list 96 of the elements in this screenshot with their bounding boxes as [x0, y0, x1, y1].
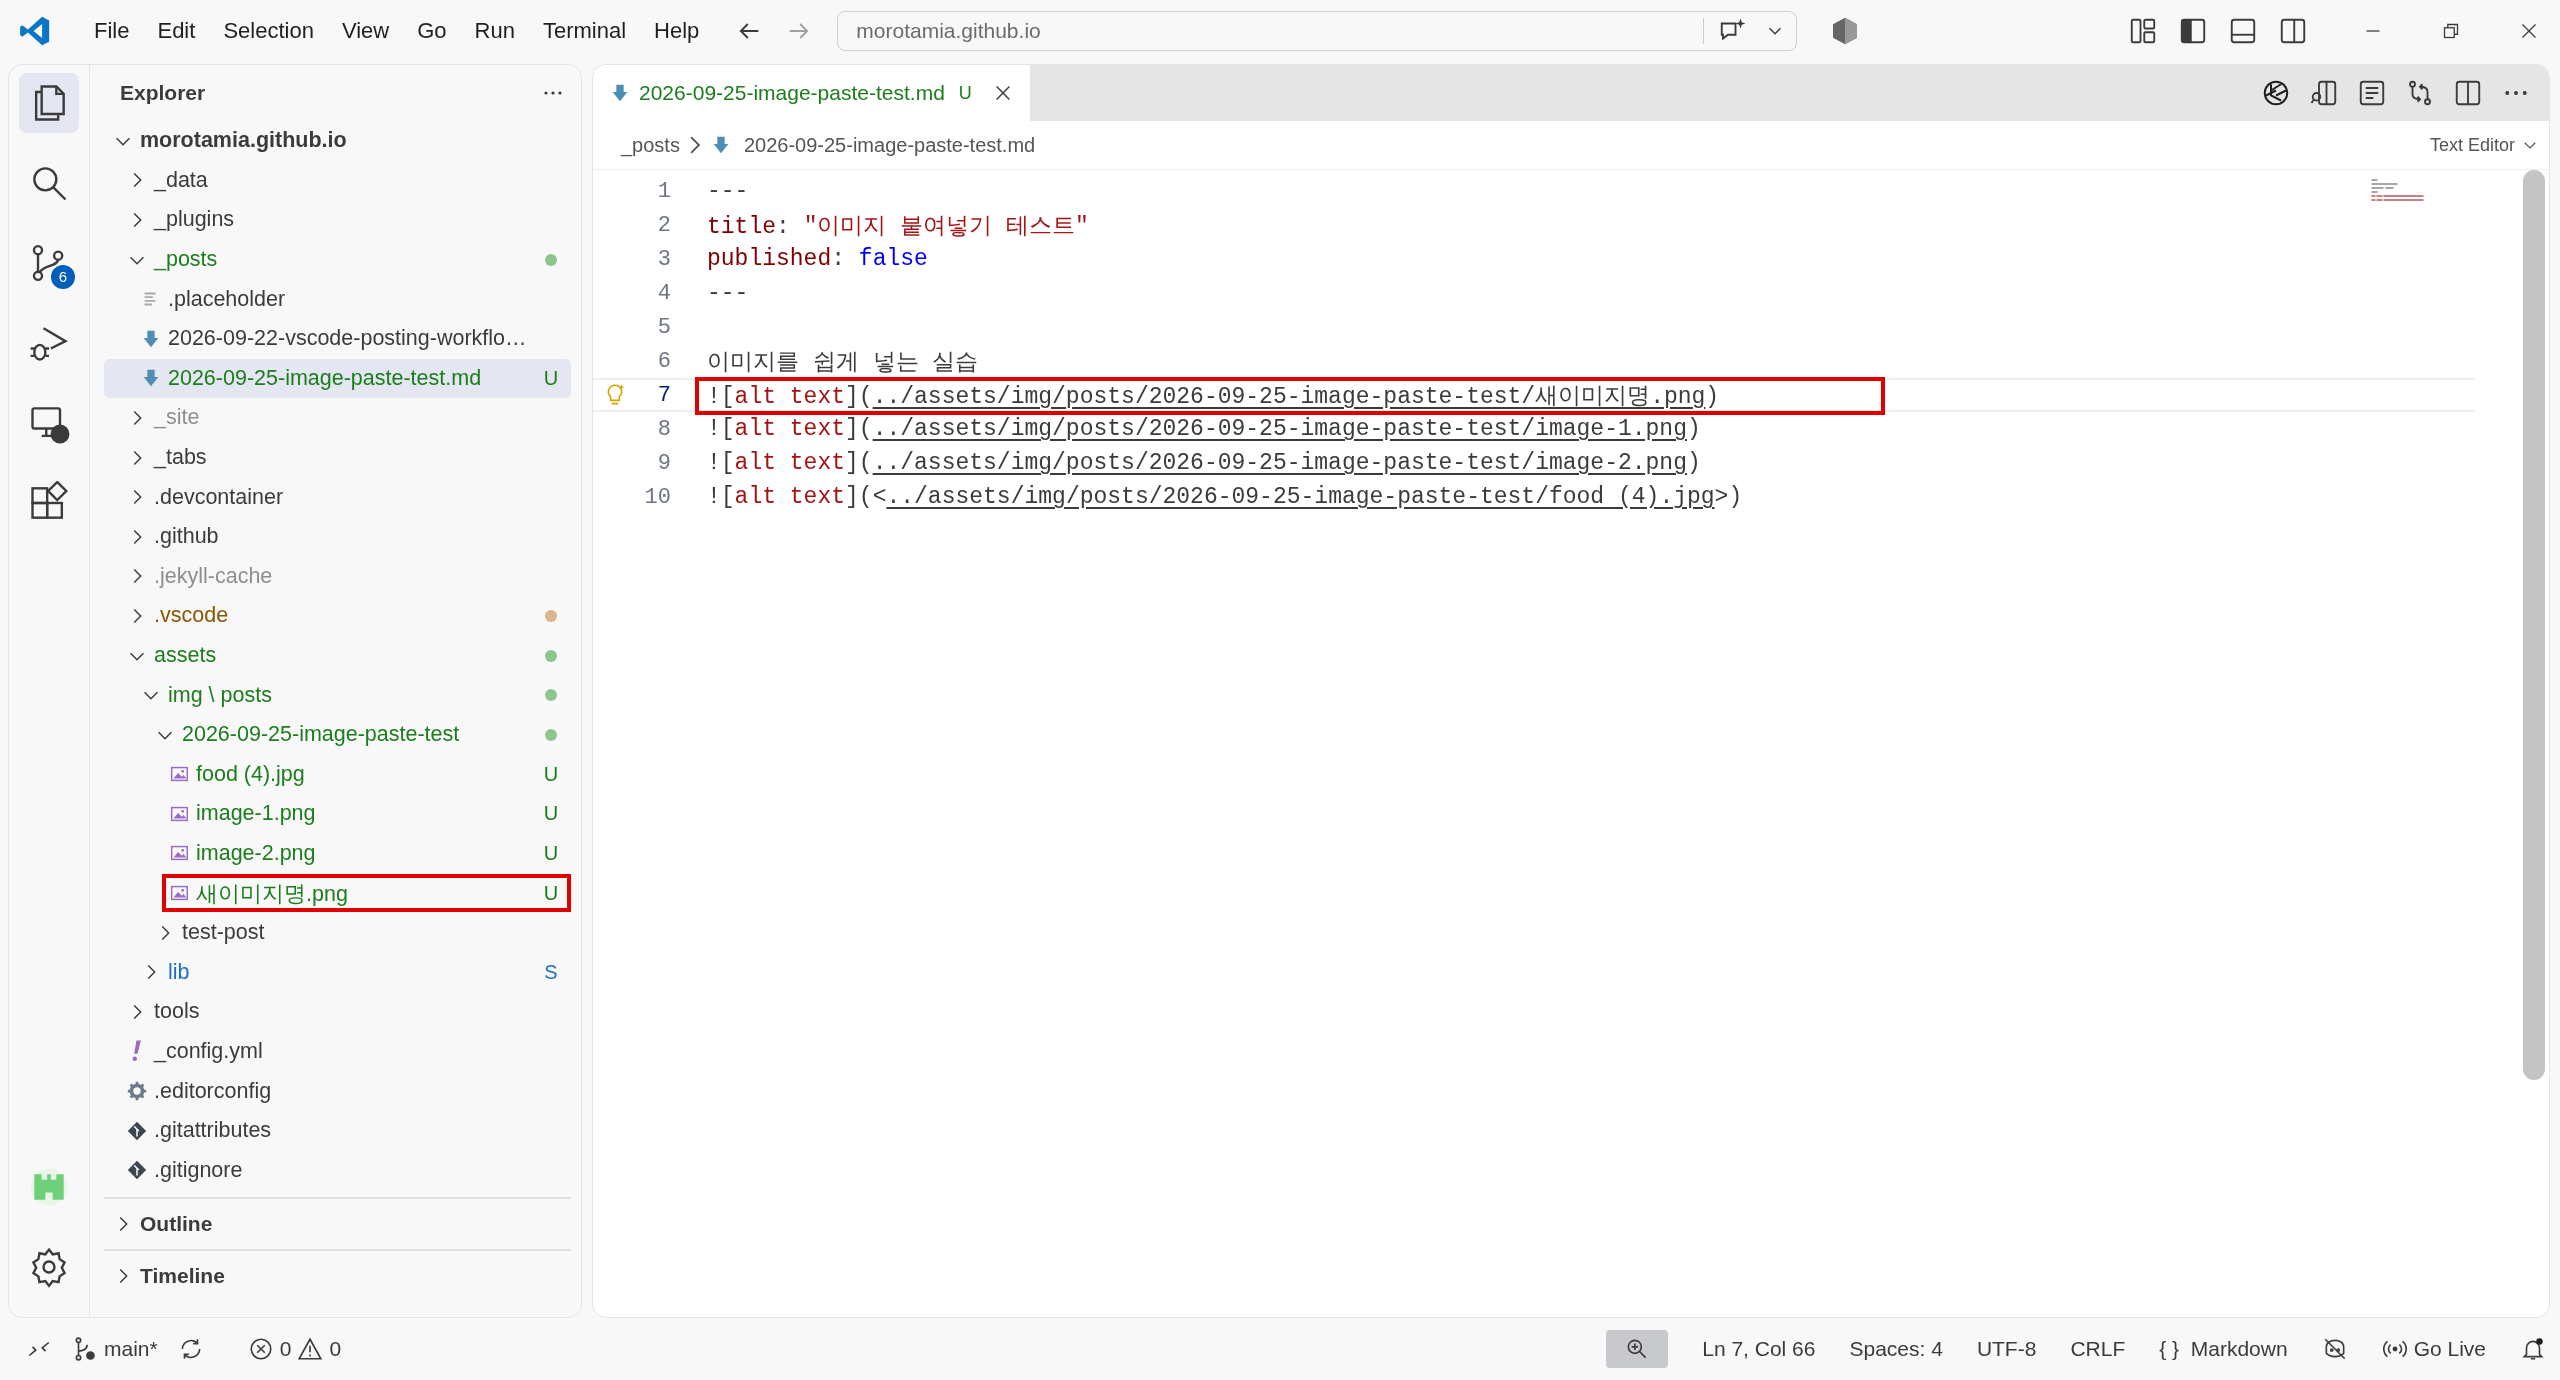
status-item[interactable]: Spaces: 4 — [1849, 1337, 1943, 1361]
tree-item[interactable]: 2026-09-22-vscode-posting-workflo… — [104, 318, 571, 359]
status-item[interactable]: CRLF — [2070, 1337, 2126, 1361]
menu-item[interactable]: Terminal — [528, 18, 641, 44]
tree-item[interactable]: _config.yml — [104, 1031, 571, 1072]
menu-item[interactable]: Edit — [143, 18, 210, 44]
code-line: --- — [707, 280, 749, 306]
tree-item[interactable]: _tabs — [104, 437, 571, 478]
menu-item[interactable]: Run — [460, 18, 529, 44]
line-number: 5 — [656, 314, 671, 340]
tree-item[interactable]: morotamia.github.io — [104, 121, 571, 161]
explorer-title: Explorer — [120, 81, 206, 105]
panel-toggle-icon[interactable] — [2228, 16, 2258, 46]
tree-item[interactable]: .vscode — [104, 596, 571, 636]
code-line: ![alt text](<../assets/img/posts/2026-09-25-image-paste-test/food (4).jpg>) — [707, 484, 1743, 510]
menu-item[interactable]: Help — [640, 18, 714, 44]
split-editor-icon[interactable] — [2453, 78, 2483, 108]
tree-item[interactable]: 새이미지명.png U — [104, 873, 571, 913]
status-item[interactable]: Ln 7, Col 66 — [1702, 1337, 1816, 1361]
tree-item[interactable]: test-post — [104, 912, 571, 953]
editor-tab[interactable]: 2026-09-25-image-paste-test.md U — [593, 65, 1030, 121]
menu-item[interactable]: Selection — [209, 18, 328, 44]
secondary-sidebar-icon[interactable] — [2278, 16, 2308, 46]
status-item[interactable]: UTF-8 — [1976, 1337, 2037, 1361]
warning-icon — [297, 1336, 324, 1362]
line-number: 10 — [643, 484, 671, 510]
tree-item[interactable]: lib S — [104, 952, 571, 993]
tree-item[interactable]: .gitignore — [104, 1150, 571, 1191]
line-number: 2 — [656, 212, 671, 238]
tree-item[interactable]: .gitattributes — [104, 1110, 571, 1151]
preview-search-icon[interactable] — [2309, 78, 2339, 108]
git-status-label: S — [543, 960, 559, 984]
line-number: 4 — [656, 280, 671, 306]
panel-section-header[interactable]: Outline — [104, 1197, 571, 1249]
line-number: 3 — [656, 246, 671, 272]
tree-item[interactable]: 2026-09-25-image-paste-test — [104, 714, 571, 755]
app-logo-icon — [18, 14, 52, 48]
activity-tab[interactable] — [19, 73, 79, 133]
code-line: published: false — [707, 246, 928, 272]
code-line: title: "이미지 붙여넣기 테스트" — [707, 212, 1089, 241]
diamond-icon — [126, 1159, 148, 1182]
go-live-button[interactable]: Go Live — [2381, 1336, 2486, 1362]
tree-item[interactable]: img \ posts — [104, 675, 571, 715]
tree-item[interactable]: .editorconfig — [104, 1071, 571, 1111]
git-status-label: U — [542, 842, 560, 865]
zoom-button[interactable] — [1606, 1330, 1669, 1368]
code-line: 이미지를 쉽게 넣는 실습 — [707, 348, 979, 377]
chevron-right-icon — [689, 136, 700, 154]
sidebar-toggle-icon[interactable] — [2178, 16, 2208, 46]
line-number: 6 — [656, 348, 671, 374]
view-mode-dropdown[interactable]: Text Editor — [2429, 134, 2539, 156]
tree-item[interactable]: tools — [104, 992, 571, 1032]
breadcrumb-item[interactable]: _posts — [621, 133, 680, 157]
git-status-label: U — [958, 82, 972, 104]
diamond-icon — [126, 1119, 148, 1142]
git-status-label: U — [542, 762, 560, 786]
exclamation-icon — [132, 1040, 142, 1063]
tree-item[interactable]: .devcontainer — [104, 477, 571, 517]
code-line: --- — [707, 178, 749, 204]
breadcrumb-item[interactable]: 2026-09-25-image-paste-test.md — [743, 133, 1036, 157]
tree-item[interactable]: _posts — [104, 239, 571, 280]
line-number: 9 — [656, 450, 671, 476]
git-status-label: U — [542, 366, 560, 390]
code-line: ![alt text](../assets/img/posts/2026-09-25-image-paste-test/새이미지명.png) — [707, 382, 1720, 411]
command-center[interactable]: morotamia.github.io — [837, 11, 1798, 51]
tree-item[interactable]: 2026-09-25-image-paste-test.md U — [104, 358, 571, 399]
problems-status[interactable]: 0 0 — [247, 1336, 342, 1362]
tree-item[interactable]: image-2.png U — [104, 833, 571, 874]
tree-item[interactable]: food (4).jpg U — [104, 754, 571, 795]
branch-status[interactable]: main* — [72, 1336, 158, 1362]
menu-item[interactable]: Go — [403, 18, 461, 44]
line-number: 7 — [656, 382, 671, 408]
language-status[interactable]: { } Markdown — [2159, 1337, 2288, 1361]
notification-bell-icon[interactable] — [2520, 1336, 2546, 1362]
git-status-label: U — [542, 802, 560, 826]
error-icon — [247, 1336, 274, 1362]
code-line: ![alt text](../assets/img/posts/2026-09-25-image-paste-test/image-2.png) — [707, 450, 1701, 476]
tree-item[interactable]: assets — [104, 635, 571, 676]
tree-item[interactable]: image-1.png U — [104, 794, 571, 834]
menu-item[interactable]: File — [80, 18, 144, 44]
line-number: 1 — [656, 178, 671, 204]
menu-item[interactable]: View — [327, 18, 404, 44]
tree-item[interactable]: _data — [104, 160, 571, 201]
gear-icon — [126, 1080, 148, 1103]
activity-tab[interactable]: 6 — [19, 233, 79, 293]
tree-item[interactable]: .github — [104, 516, 571, 557]
layout-icon[interactable] — [2128, 16, 2158, 46]
code-line: ![alt text](../assets/img/posts/2026-09-25-image-paste-test/image-1.png) — [707, 416, 1701, 442]
tree-item[interactable]: .placeholder — [104, 279, 571, 319]
line-number: 8 — [656, 416, 671, 442]
scrollbar[interactable] — [2523, 170, 2545, 1080]
document-icon[interactable] — [2357, 78, 2387, 108]
git-status-label: U — [542, 881, 560, 905]
count-badge: 6 — [51, 265, 75, 289]
panel-section-header[interactable]: Timeline — [104, 1249, 571, 1301]
tree-item[interactable]: _plugins — [104, 200, 571, 240]
